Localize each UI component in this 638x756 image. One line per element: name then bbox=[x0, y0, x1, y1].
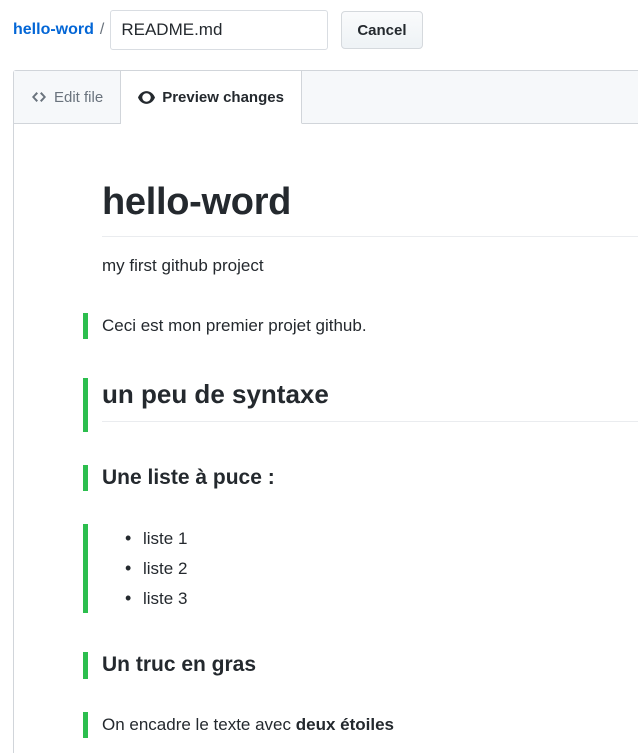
tab-preview-changes-label: Preview changes bbox=[162, 88, 284, 106]
list-item: liste 2 bbox=[121, 553, 638, 584]
added-block-list: liste 1 liste 2 liste 3 bbox=[83, 523, 638, 614]
added-block-bold-paragraph: On encadre le texte avec deux étoiles bbox=[83, 711, 638, 739]
list-item: liste 1 bbox=[121, 523, 638, 554]
preview-bold-paragraph-strong: deux étoiles bbox=[295, 714, 394, 734]
preview-heading-1: hello-word bbox=[102, 180, 638, 237]
tab-preview-changes[interactable]: Preview changes bbox=[121, 71, 302, 124]
breadcrumb: hello-word / bbox=[13, 21, 110, 39]
added-block-heading-2: un peu de syntaxe bbox=[83, 378, 638, 432]
tab-navigation: Edit file Preview changes bbox=[13, 70, 638, 124]
preview-added-paragraph: Ceci est mon premier projet github. bbox=[102, 315, 367, 335]
preview-pane: hello-word my first github project Ceci … bbox=[13, 124, 638, 753]
preview-heading-2-text: un peu de syntaxe bbox=[102, 378, 638, 422]
code-icon bbox=[31, 89, 47, 105]
preview-bold-paragraph: On encadre le texte avec deux étoiles bbox=[102, 712, 638, 738]
tab-edit-file-label: Edit file bbox=[54, 88, 104, 106]
preview-heading-3-bold: Un truc en gras bbox=[102, 653, 257, 677]
cancel-button[interactable]: Cancel bbox=[341, 11, 423, 49]
tab-edit-file[interactable]: Edit file bbox=[14, 71, 122, 123]
markdown-preview-content: hello-word my first github project Ceci … bbox=[14, 124, 638, 739]
filename-input[interactable] bbox=[110, 10, 329, 50]
eye-icon bbox=[138, 89, 156, 106]
preview-heading-2: un peu de syntaxe bbox=[102, 378, 638, 432]
preview-intro-paragraph: my first github project bbox=[102, 255, 264, 275]
added-block-heading-3-bold: Un truc en gras bbox=[83, 652, 638, 679]
list-item: liste 3 bbox=[121, 583, 638, 614]
breadcrumb-separator: / bbox=[99, 21, 105, 38]
breadcrumb-repo-link[interactable]: hello-word bbox=[13, 21, 94, 39]
preview-heading-3-list: Une liste à puce : bbox=[102, 465, 275, 489]
file-edit-header: hello-word / Cancel bbox=[0, 0, 638, 50]
added-block-heading-3-list: Une liste à puce : bbox=[83, 464, 638, 492]
preview-bullet-list: liste 1 liste 2 liste 3 bbox=[102, 523, 638, 614]
added-block-paragraph: Ceci est mon premier projet github. bbox=[83, 312, 638, 340]
preview-bold-paragraph-prefix: On encadre le texte avec bbox=[102, 714, 296, 734]
